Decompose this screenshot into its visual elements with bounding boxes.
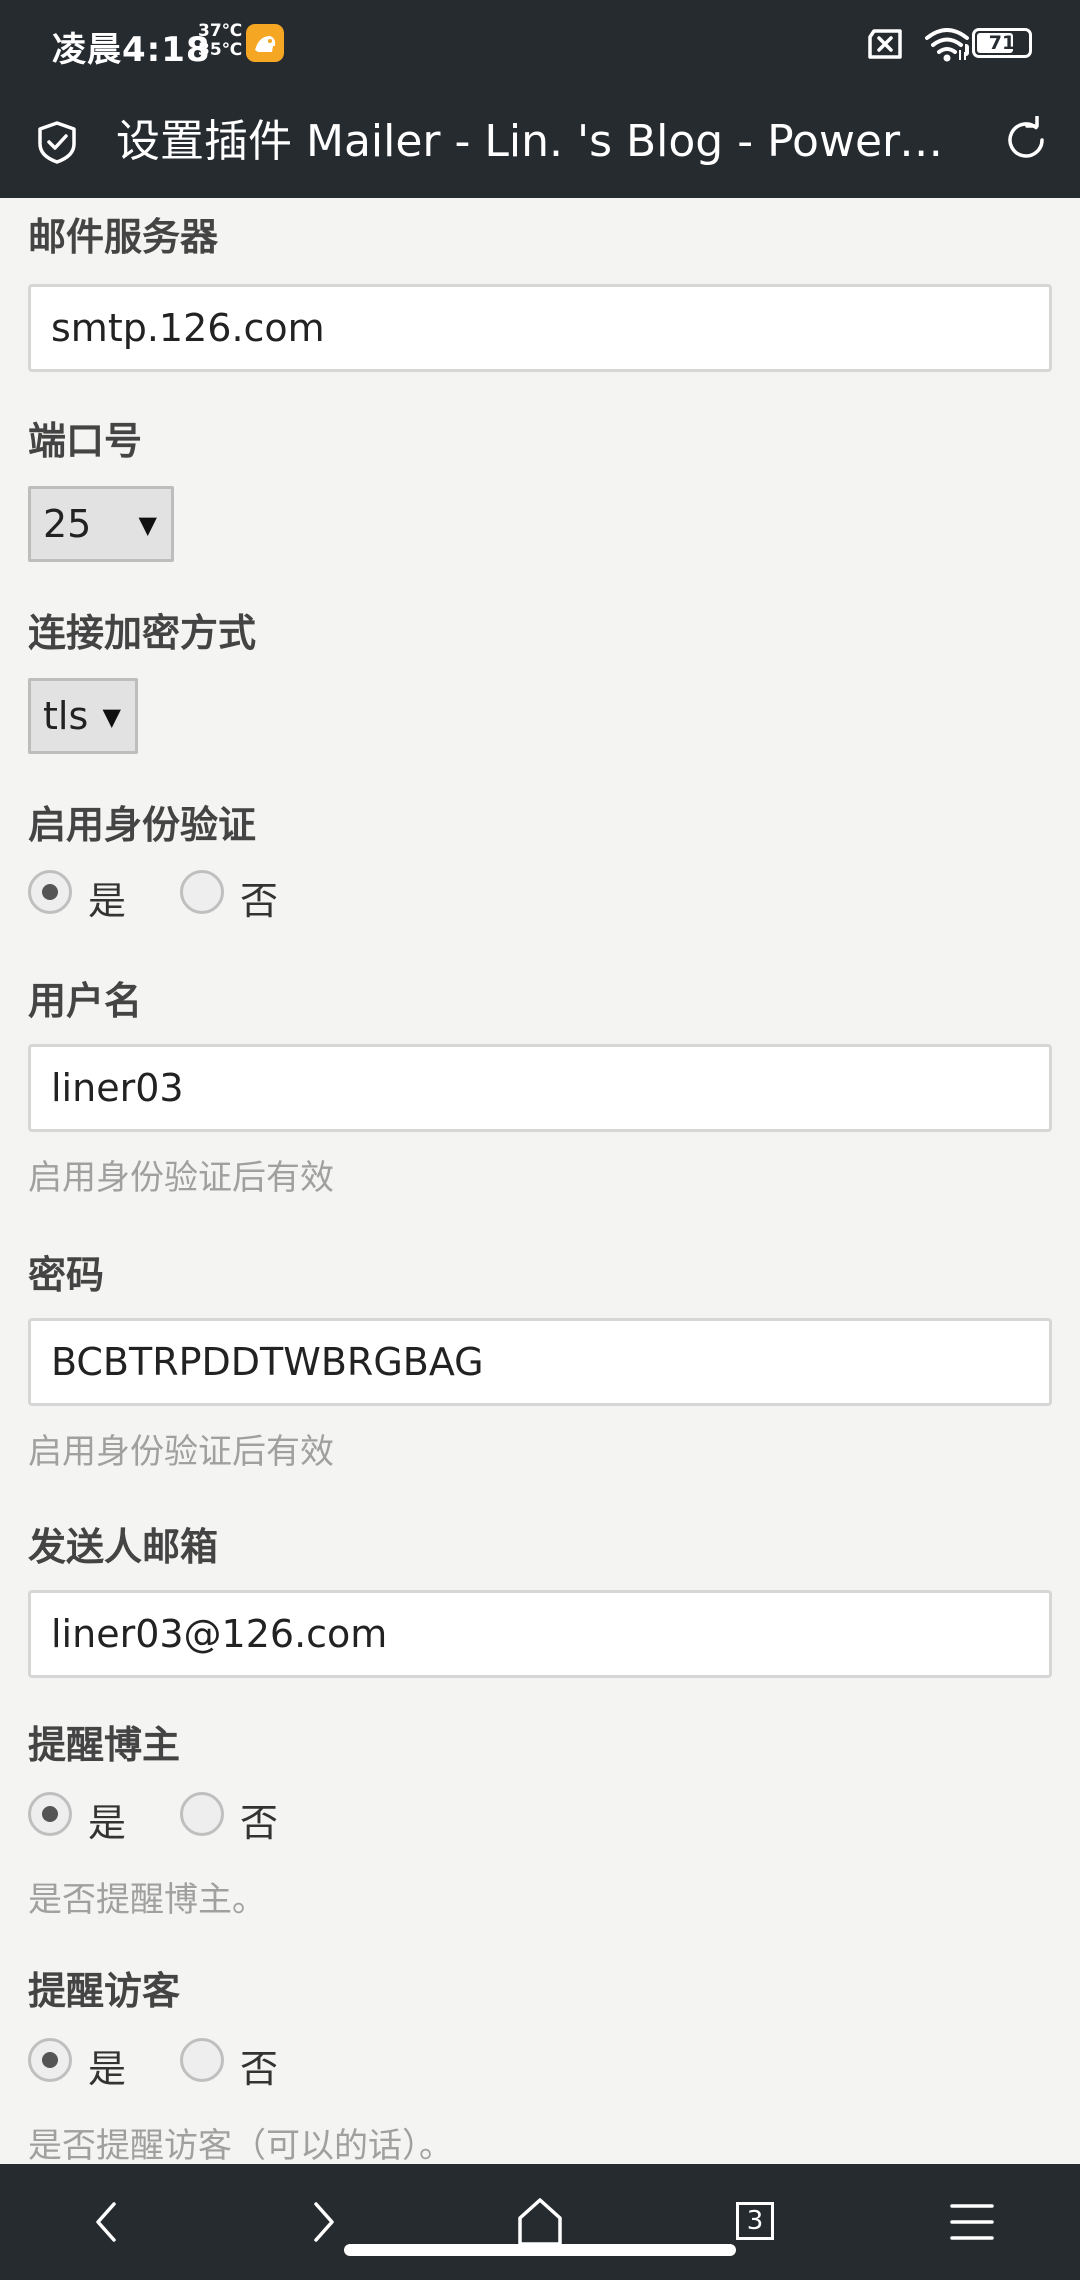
status-time: 凌晨4:18 <box>52 30 211 70</box>
auth-yes-label[interactable]: 是 <box>88 870 126 925</box>
notify-owner-no-radio[interactable] <box>180 1792 224 1836</box>
port-label: 端口号 <box>28 419 143 463</box>
gesture-handle[interactable] <box>344 2244 736 2256</box>
encryption-select-value: tls <box>43 694 89 738</box>
battery-percent: 71 <box>988 32 1016 54</box>
username-hint: 启用身份验证后有效 <box>28 1158 334 1198</box>
encryption-select[interactable]: tls ▼ <box>28 678 138 754</box>
dropdown-arrow-icon: ▼ <box>138 511 157 539</box>
notify-owner-yes-radio[interactable] <box>28 1792 72 1836</box>
notify-visitor-no-radio[interactable] <box>180 2038 224 2082</box>
port-select-value: 25 <box>43 502 92 546</box>
notify-visitor-label: 提醒访客 <box>28 1969 181 2013</box>
tabs-icon[interactable]: 3 <box>726 2190 790 2254</box>
notify-owner-yes-label[interactable]: 是 <box>88 1792 126 1847</box>
page-title[interactable]: 设置插件 Mailer - Lin. 's Blog - Powered by … <box>116 112 956 172</box>
notify-owner-hint: 是否提醒博主。 <box>28 1880 266 1920</box>
auth-no-label[interactable]: 否 <box>240 870 278 925</box>
port-select[interactable]: 25 ▼ <box>28 486 174 562</box>
mail-server-label: 邮件服务器 <box>28 215 219 259</box>
password-label: 密码 <box>28 1253 105 1297</box>
password-hint: 启用身份验证后有效 <box>28 1432 334 1472</box>
settings-form: 邮件服务器 smtp.126.com 端口号 25 ▼ 连接加密方式 tls ▼… <box>0 198 1080 2164</box>
notification-app-icon <box>246 24 284 62</box>
browser-title-bar: 设置插件 Mailer - Lin. 's Blog - Powered by … <box>0 86 1080 198</box>
auth-yes-radio[interactable] <box>28 870 72 914</box>
notify-visitor-yes-radio[interactable] <box>28 2038 72 2082</box>
encryption-label: 连接加密方式 <box>28 611 257 655</box>
temperature-high: 37℃ <box>198 21 243 41</box>
mail-server-input[interactable]: smtp.126.com <box>28 284 1052 372</box>
notify-owner-label: 提醒博主 <box>28 1723 181 1767</box>
no-sim-icon <box>866 28 904 64</box>
battery-tip <box>965 44 969 56</box>
status-bar: 凌晨4:18 37℃ 35℃ 71 <box>0 0 1080 86</box>
username-label: 用户名 <box>28 979 143 1023</box>
battery-icon: 71 <box>965 28 1032 58</box>
temperature-low: 35℃ <box>198 40 243 60</box>
notify-owner-no-label[interactable]: 否 <box>240 1792 278 1847</box>
forward-icon[interactable] <box>290 2190 354 2254</box>
menu-icon[interactable] <box>940 2190 1004 2254</box>
refresh-icon[interactable] <box>1002 115 1050 168</box>
username-input[interactable]: liner03 <box>28 1044 1052 1132</box>
bottom-navigation: 3 <box>0 2164 1080 2280</box>
shield-icon[interactable] <box>36 120 78 168</box>
sender-email-input[interactable]: liner03@126.com <box>28 1590 1052 1678</box>
auth-label: 启用身份验证 <box>28 803 257 847</box>
tab-count: 3 <box>736 2202 774 2240</box>
sender-email-label: 发送人邮箱 <box>28 1525 219 1569</box>
notify-visitor-no-label[interactable]: 否 <box>240 2038 278 2093</box>
status-temperature: 37℃ 35℃ <box>198 22 242 60</box>
notify-visitor-hint: 是否提醒访客（可以的话）。 <box>28 2126 453 2164</box>
notify-visitor-yes-label[interactable]: 是 <box>88 2038 126 2093</box>
dropdown-arrow-icon: ▼ <box>102 703 121 731</box>
auth-no-radio[interactable] <box>180 870 224 914</box>
back-icon[interactable] <box>76 2190 140 2254</box>
wifi-icon <box>924 26 970 66</box>
password-input[interactable]: BCBTRPDDTWBRGBAG <box>28 1318 1052 1406</box>
